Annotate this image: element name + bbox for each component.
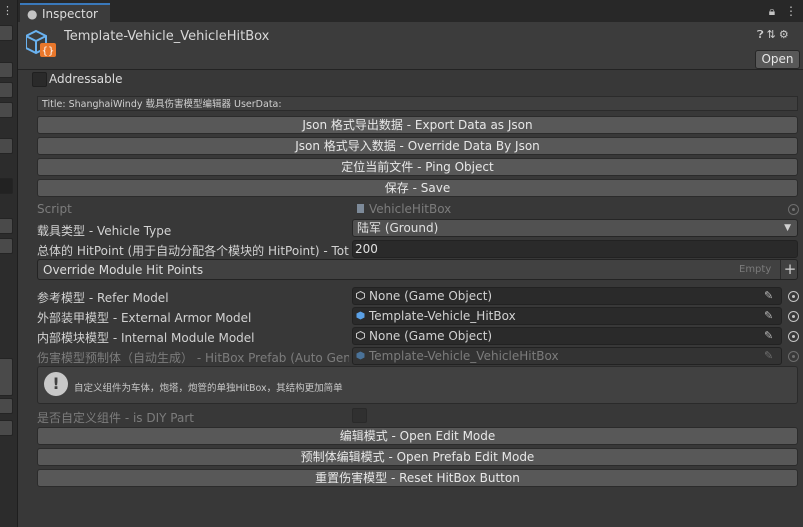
left-panel-strip: ⋮ bbox=[0, 0, 18, 527]
object-picker-icon[interactable] bbox=[788, 311, 799, 322]
editor-title: Title: ShanghaiWindy 载具伤害模型编辑器 UserData: bbox=[37, 96, 798, 111]
tab-label: Inspector bbox=[42, 7, 98, 21]
vehicle-type-dropdown[interactable]: 陆军 (Ground) ▼ bbox=[352, 219, 798, 237]
left-strip-button[interactable] bbox=[0, 138, 13, 154]
override-hit-points-list[interactable]: Override Module Hit Points Empty + bbox=[37, 259, 798, 280]
script-value: VehicleHitBox bbox=[369, 202, 452, 216]
left-strip-button[interactable] bbox=[0, 420, 13, 436]
settings-icon[interactable]: ⚙︎ bbox=[779, 28, 792, 41]
pencil-icon: ✎ bbox=[764, 349, 774, 362]
internal-module-label: 内部模块模型 - Internal Module Model bbox=[37, 331, 255, 345]
script-target-icon bbox=[788, 204, 799, 215]
help-icon[interactable]: ❓︎ bbox=[757, 28, 767, 41]
left-strip-button[interactable] bbox=[0, 25, 13, 41]
left-strip-button[interactable] bbox=[0, 398, 13, 414]
left-strip-button[interactable] bbox=[0, 62, 13, 78]
export-json-button[interactable]: Json 格式导出数据 - Export Data as Json bbox=[37, 116, 798, 134]
left-strip-button[interactable] bbox=[0, 238, 13, 254]
diy-part-checkbox bbox=[352, 408, 367, 423]
script-file-icon bbox=[357, 204, 364, 213]
vehicle-type-label: 载具类型 - Vehicle Type bbox=[37, 224, 172, 238]
vehicle-type-value: 陆军 (Ground) bbox=[357, 221, 439, 235]
list-empty-text: Empty bbox=[739, 264, 772, 275]
tab-bar bbox=[18, 0, 803, 22]
prefab-icon bbox=[356, 311, 365, 320]
add-item-icon[interactable]: + bbox=[780, 260, 799, 279]
object-picker-icon bbox=[788, 351, 799, 362]
prefab-icon bbox=[356, 351, 365, 360]
lock-icon[interactable]: 🔒︎ bbox=[769, 4, 775, 18]
tab-controls: 🔒︎ ⋮ bbox=[769, 4, 797, 19]
tab-inspector[interactable]: ● Inspector bbox=[20, 3, 110, 22]
ping-object-button[interactable]: 定位当前文件 - Ping Object bbox=[37, 158, 798, 176]
diy-part-label: 是否自定义组件 - is DIY Part bbox=[37, 411, 194, 425]
object-picker-icon[interactable] bbox=[788, 331, 799, 342]
left-strip-button[interactable] bbox=[0, 358, 13, 396]
internal-module-value: None (Game Object) bbox=[369, 329, 493, 343]
addressable-checkbox[interactable] bbox=[32, 72, 47, 87]
dropdown-arrow-icon: ▼ bbox=[784, 223, 791, 233]
pencil-icon[interactable]: ✎ bbox=[764, 329, 773, 342]
pencil-icon[interactable]: ✎ bbox=[764, 289, 773, 302]
open-prefab-edit-mode-button[interactable]: 预制体编辑模式 - Open Prefab Edit Mode bbox=[37, 448, 798, 466]
left-strip-button[interactable] bbox=[0, 218, 13, 234]
info-icon: ! bbox=[44, 372, 68, 396]
inspector-info-icon: ● bbox=[27, 7, 38, 21]
help-text: 自定义组件为车体，炮塔，炮管的单独HitBox，其结构更加简单 bbox=[74, 383, 343, 394]
open-button[interactable]: Open bbox=[755, 50, 800, 69]
open-edit-mode-button[interactable]: 编辑模式 - Open Edit Mode bbox=[37, 427, 798, 445]
internal-module-field[interactable]: None (Game Object) bbox=[352, 327, 782, 345]
object-picker-icon[interactable] bbox=[788, 291, 799, 302]
script-label: Script bbox=[37, 202, 72, 216]
override-json-button[interactable]: Json 格式导入数据 - Override Data By Json bbox=[37, 137, 798, 155]
svg-text:{}: {} bbox=[42, 46, 55, 57]
object-title: Template-Vehicle_VehicleHitBox bbox=[64, 29, 270, 44]
script-field: VehicleHitBox bbox=[352, 200, 782, 218]
hitpoint-input[interactable]: 200 bbox=[352, 240, 798, 258]
refer-model-label: 参考模型 - Refer Model bbox=[37, 291, 169, 305]
external-armor-label: 外部装甲模型 - External Armor Model bbox=[37, 311, 252, 325]
hitbox-prefab-label: 伤害模型预制体（自动生成） - HitBox Prefab (Auto Gene… bbox=[37, 351, 349, 365]
refer-model-field[interactable]: None (Game Object) bbox=[352, 287, 782, 305]
more-icon[interactable]: ⋮ bbox=[785, 4, 797, 18]
override-hit-points-label: Override Module Hit Points bbox=[43, 263, 204, 277]
save-button[interactable]: 保存 - Save bbox=[37, 179, 798, 197]
external-armor-field[interactable]: Template-Vehicle_HitBox bbox=[352, 307, 782, 325]
left-strip-button[interactable] bbox=[0, 82, 13, 98]
hitbox-prefab-value: Template-Vehicle_VehicleHitBox bbox=[369, 349, 559, 363]
external-armor-value: Template-Vehicle_HitBox bbox=[369, 309, 516, 323]
left-strip-field[interactable] bbox=[0, 178, 13, 194]
preset-icon[interactable]: ⇅ bbox=[767, 28, 779, 41]
script-object-icon: {} bbox=[26, 29, 56, 57]
header-icons: ❓︎⇅⚙︎ bbox=[757, 28, 792, 42]
pencil-icon[interactable]: ✎ bbox=[764, 309, 773, 322]
addressable-label: Addressable bbox=[49, 72, 123, 86]
hitbox-prefab-field: Template-Vehicle_VehicleHitBox bbox=[352, 347, 782, 365]
reset-hitbox-button[interactable]: 重置伤害模型 - Reset HitBox Button bbox=[37, 469, 798, 487]
left-strip-button[interactable] bbox=[0, 102, 13, 118]
more-icon[interactable]: ⋮ bbox=[2, 5, 13, 16]
help-box: ! 自定义组件为车体，炮塔，炮管的单独HitBox，其结构更加简单 bbox=[37, 366, 798, 404]
hitpoint-label: 总体的 HitPoint (用于自动分配各个模块的 HitPoint) - To… bbox=[37, 244, 349, 258]
refer-model-value: None (Game Object) bbox=[369, 289, 493, 303]
gameobject-icon bbox=[356, 291, 365, 300]
gameobject-icon bbox=[356, 331, 365, 340]
